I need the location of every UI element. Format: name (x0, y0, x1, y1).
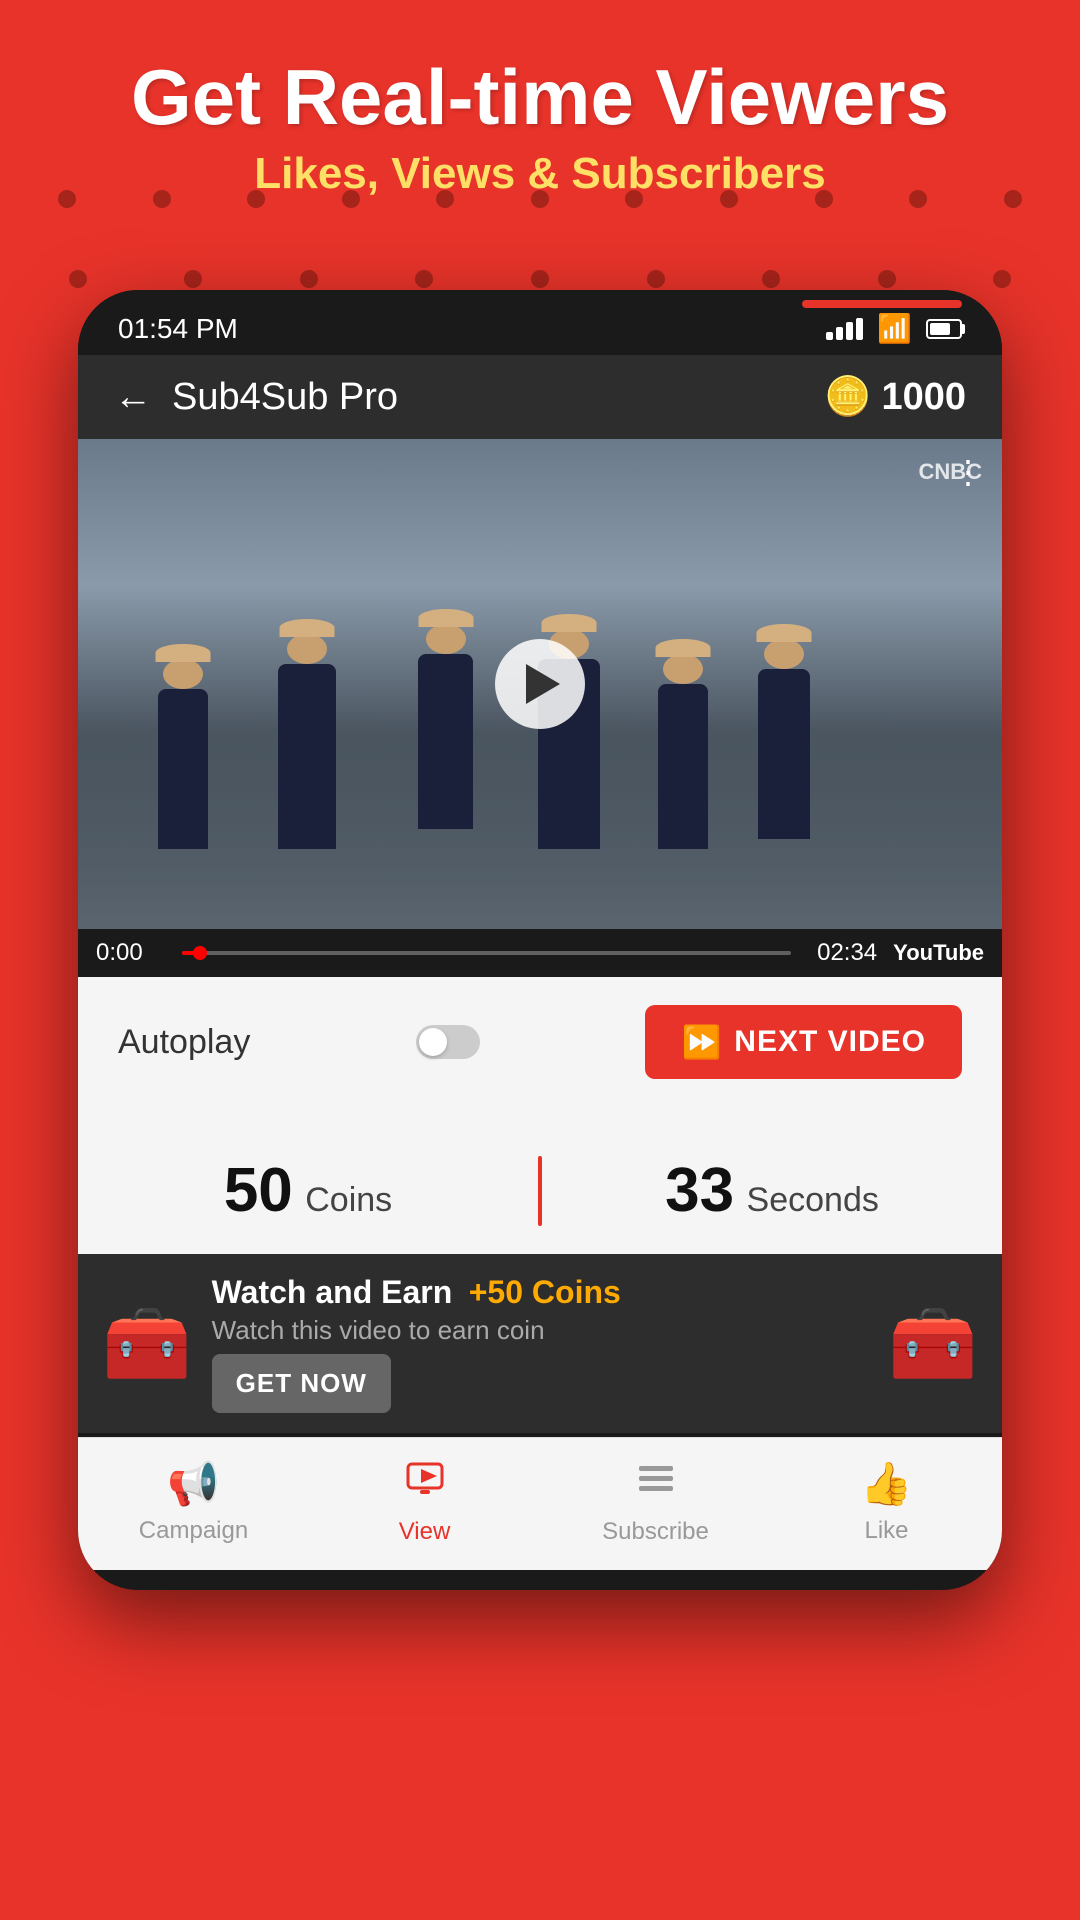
nav-item-subscribe[interactable]: Subscribe (540, 1458, 771, 1546)
coins-number: 50 (224, 1156, 293, 1225)
app-header-left: ← Sub4Sub Pro (114, 376, 398, 419)
header-area: Get Real-time Viewers Likes, Views & Sub… (0, 55, 1080, 199)
bottom-nav: 📢 Campaign View Subscribe (78, 1437, 1002, 1570)
nav-item-campaign[interactable]: 📢 Campaign (78, 1460, 309, 1545)
status-icons: 📶 (826, 312, 962, 345)
autoplay-toggle[interactable] (416, 1025, 480, 1059)
figure-6 (758, 669, 810, 839)
play-button[interactable] (495, 639, 585, 729)
next-video-label: NEXT VIDEO (734, 1025, 926, 1059)
earn-content: Watch and Earn +50 Coins Watch this vide… (212, 1274, 869, 1413)
nav-label-subscribe: Subscribe (602, 1518, 709, 1546)
phone-mockup: 01:54 PM 📶 ← Sub4Sub Pro 🪙 100 (78, 290, 1002, 1590)
figure-5 (658, 684, 708, 849)
campaign-icon: 📢 (167, 1460, 219, 1509)
coins-stat: 50 Coins (78, 1155, 538, 1226)
next-video-button[interactable]: ⏩ NEXT VIDEO (645, 1005, 962, 1079)
nav-label-like: Like (864, 1517, 908, 1545)
app-header: ← Sub4Sub Pro 🪙 1000 (78, 355, 1002, 439)
nav-label-view: View (399, 1518, 451, 1546)
coin-area: 🪙 1000 (824, 375, 966, 419)
play-triangle-icon (526, 664, 560, 704)
status-time: 01:54 PM (118, 313, 238, 345)
view-icon (404, 1458, 446, 1510)
subscribe-icon (635, 1458, 677, 1510)
video-progress-bar: 0:00 02:34 YouTube (78, 929, 1002, 977)
progress-dot (193, 946, 207, 960)
fast-forward-icon: ⏩ (681, 1023, 722, 1061)
main-headline: Get Real-time Viewers (0, 55, 1080, 141)
coin-count: 1000 (881, 376, 966, 419)
progress-bar-track[interactable] (182, 951, 791, 955)
notch-pill (802, 300, 962, 308)
main-subheadline: Likes, Views & Subscribers (0, 149, 1080, 199)
seconds-stat: 33 Seconds (542, 1155, 1002, 1226)
chest-icon-right: 🧰 (888, 1301, 978, 1386)
signal-icon (826, 318, 863, 340)
earn-title: Watch and Earn (212, 1274, 453, 1310)
earn-coins-text: +50 Coins (469, 1274, 621, 1310)
coins-label: Coins (305, 1181, 392, 1219)
controls-area: Autoplay ⏩ NEXT VIDEO (78, 977, 1002, 1135)
video-current-time: 0:00 (96, 939, 166, 967)
youtube-logo: YouTube (893, 940, 984, 966)
nav-item-view[interactable]: View (309, 1458, 540, 1546)
earn-banner: 🧰 Watch and Earn +50 Coins Watch this vi… (78, 1254, 1002, 1433)
figure-2 (278, 664, 336, 849)
video-thumbnail[interactable]: CNBC (78, 439, 1002, 929)
seconds-label: Seconds (747, 1181, 879, 1219)
signal-bar-1 (826, 332, 833, 340)
video-menu-button[interactable]: ⋮ (952, 453, 984, 491)
get-now-button[interactable]: GET NOW (212, 1354, 391, 1413)
video-duration: 02:34 (807, 939, 877, 967)
signal-bar-2 (836, 327, 843, 340)
app-title: Sub4Sub Pro (172, 376, 398, 419)
autoplay-row: Autoplay ⏩ NEXT VIDEO (118, 1005, 962, 1079)
nav-label-campaign: Campaign (139, 1517, 248, 1545)
wifi-icon: 📶 (877, 312, 912, 345)
coin-icon: 🪙 (824, 375, 871, 419)
figure-3 (418, 654, 473, 829)
toggle-knob (419, 1028, 447, 1056)
chest-icon-left: 🧰 (102, 1301, 192, 1386)
nav-item-like[interactable]: 👍 Like (771, 1460, 1002, 1545)
battery-icon (926, 319, 962, 339)
figure-1 (158, 689, 208, 849)
battery-tip (961, 324, 965, 334)
signal-bar-4 (856, 318, 863, 340)
battery-fill (930, 323, 950, 335)
seconds-number: 33 (665, 1156, 734, 1225)
stats-row: 50 Coins 33 Seconds (78, 1135, 1002, 1254)
earn-description: Watch this video to earn coin (212, 1315, 869, 1346)
back-button[interactable]: ← (114, 376, 152, 419)
signal-bar-3 (846, 322, 853, 340)
autoplay-label: Autoplay (118, 1023, 250, 1062)
progress-bar-fill (182, 951, 200, 955)
like-icon: 👍 (860, 1460, 912, 1509)
video-container: ⋮ CNBC 0:00 (78, 439, 1002, 977)
